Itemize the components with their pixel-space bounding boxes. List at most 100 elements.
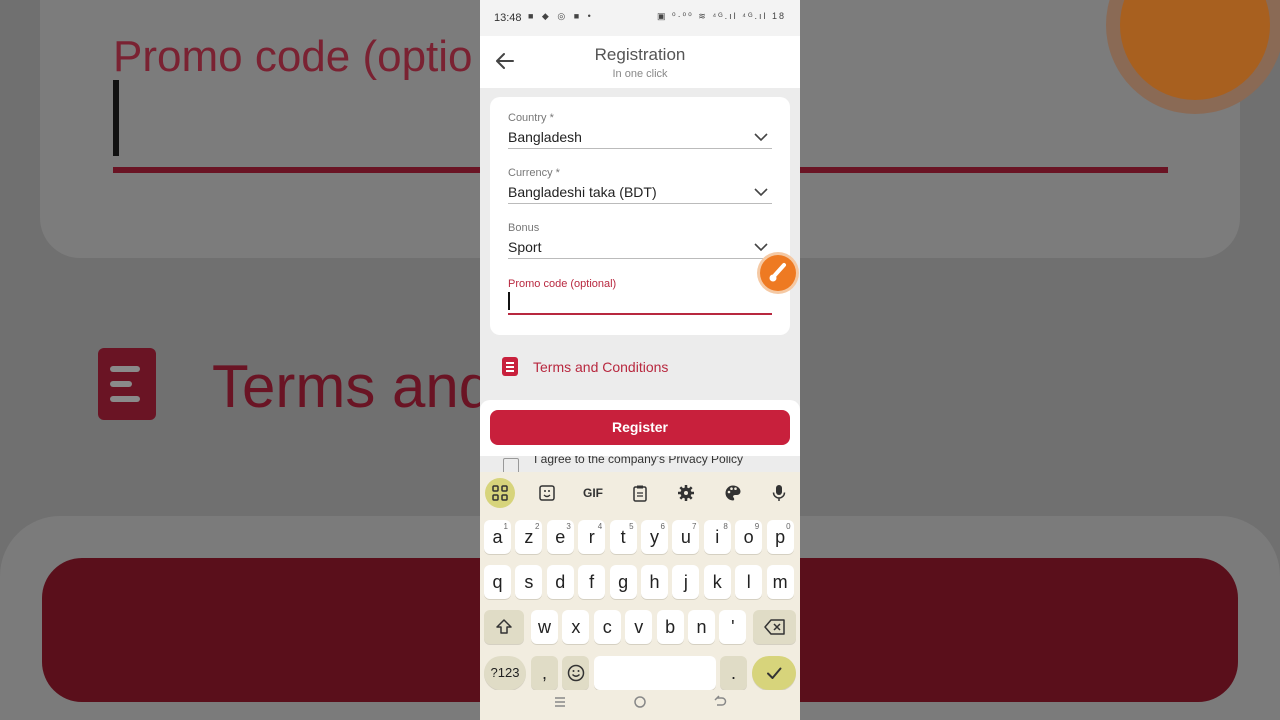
period-key[interactable]: .	[720, 656, 747, 690]
key-apostrophe[interactable]: '	[719, 610, 747, 644]
key-k[interactable]: k	[703, 565, 731, 599]
key-label: u	[680, 527, 691, 547]
key-o[interactable]: o9	[735, 520, 763, 554]
home-icon[interactable]	[633, 695, 647, 709]
background-terms-text: Terms and	[212, 353, 493, 420]
key-x[interactable]: x	[562, 610, 590, 644]
currency-value: Bangladeshi taka (BDT)	[508, 184, 657, 200]
shift-icon	[496, 619, 512, 634]
key-p[interactable]: p0	[766, 520, 794, 554]
backspace-key[interactable]	[753, 610, 796, 644]
promo-code-input[interactable]: Promo code (optional)	[508, 278, 772, 328]
key-j[interactable]: j	[672, 565, 700, 599]
key-z[interactable]: z2	[515, 520, 543, 554]
key-label: o	[743, 527, 754, 547]
emoji-icon	[567, 664, 584, 682]
gif-button[interactable]: GIF	[578, 478, 608, 508]
notification-icons: ■ ◆ ◎ ■ •	[528, 11, 594, 21]
bonus-value: Sport	[508, 239, 542, 255]
key-e[interactable]: e3	[546, 520, 574, 554]
chevron-down-icon	[754, 243, 768, 252]
page-title: Registration	[594, 45, 686, 64]
key-label: y	[650, 527, 659, 547]
currency-select[interactable]: Currency * Bangladeshi taka (BDT)	[508, 167, 772, 217]
terms-link[interactable]: Terms and Conditions	[502, 357, 782, 379]
key-y[interactable]: y6	[641, 520, 668, 554]
status-time: 13:48	[494, 12, 522, 24]
clipboard-icon[interactable]	[625, 478, 655, 508]
on-screen-keyboard: GIF a1z2e3r4t5y6u7i8o9p0 qsdfghjklm wxcv…	[480, 472, 800, 720]
country-select[interactable]: Country * Bangladesh	[508, 112, 772, 162]
key-label: t	[620, 527, 626, 547]
currency-label: Currency *	[508, 167, 560, 179]
key-a[interactable]: a1	[484, 520, 511, 554]
key-r[interactable]: r4	[578, 520, 606, 554]
app-bar: Registration In one click	[480, 36, 800, 88]
bonus-label: Bonus	[508, 222, 540, 234]
country-value: Bangladesh	[508, 129, 582, 145]
mic-icon[interactable]	[764, 478, 794, 508]
key-g[interactable]: g	[609, 565, 637, 599]
key-label: p	[775, 527, 786, 547]
status-bar: 13:48 ■ ◆ ◎ ■ • ▣ ⁰·⁰⁰ ≋ ⁴ᴳ.ıl ⁴ᴳ.ıl 18	[480, 0, 800, 36]
enter-key[interactable]	[752, 656, 796, 690]
phone-screen: 13:48 ■ ◆ ◎ ■ • ▣ ⁰·⁰⁰ ≋ ⁴ᴳ.ıl ⁴ᴳ.ıl 18 …	[480, 0, 800, 720]
key-t[interactable]: t5	[609, 520, 637, 554]
system-status-icons: ▣ ⁰·⁰⁰ ≋ ⁴ᴳ.ıl ⁴ᴳ.ıl 18	[656, 11, 786, 21]
key-i[interactable]: i8	[703, 520, 731, 554]
emoji-key[interactable]	[562, 656, 589, 690]
background-promo-text: Promo code (optio	[113, 32, 473, 81]
key-s[interactable]: s	[515, 565, 543, 599]
key-label: e	[555, 527, 566, 547]
back-icon[interactable]	[713, 695, 727, 709]
key-d[interactable]: d	[546, 565, 574, 599]
palette-icon[interactable]	[718, 478, 748, 508]
key-n[interactable]: n	[688, 610, 715, 644]
background-document-icon	[98, 348, 156, 420]
backspace-icon	[763, 619, 785, 635]
settings-icon[interactable]	[671, 478, 701, 508]
key-l[interactable]: l	[735, 565, 763, 599]
country-underline	[508, 148, 772, 149]
bonus-select[interactable]: Bonus Sport	[508, 222, 772, 272]
country-label: Country *	[508, 112, 554, 124]
register-sheet: Register	[480, 400, 800, 456]
key-c[interactable]: c	[593, 610, 621, 644]
apps-icon[interactable]	[485, 478, 515, 508]
key-hint: 8	[723, 522, 728, 531]
chevron-down-icon	[754, 133, 768, 142]
recent-apps-icon[interactable]	[553, 695, 567, 709]
space-bar[interactable]	[594, 656, 716, 690]
key-hint: 0	[786, 522, 791, 531]
promo-code-label: Promo code (optional)	[508, 278, 617, 290]
key-f[interactable]: f	[578, 565, 606, 599]
key-label: z	[524, 527, 534, 547]
key-hint: 1	[503, 522, 508, 531]
key-b[interactable]: b	[656, 610, 684, 644]
chevron-down-icon	[754, 188, 768, 197]
background-caret	[113, 80, 119, 156]
page-subtitle: In one click	[612, 68, 668, 80]
currency-underline	[508, 203, 772, 204]
key-m[interactable]: m	[766, 565, 794, 599]
document-icon	[502, 357, 518, 376]
key-w[interactable]: w	[531, 610, 558, 644]
comma-key[interactable]: ,	[531, 656, 558, 690]
paintbrush-icon[interactable]	[760, 255, 796, 291]
terms-label: Terms and Conditions	[533, 359, 669, 375]
key-v[interactable]: v	[625, 610, 653, 644]
key-hint: 9	[754, 522, 760, 531]
privacy-checkbox-label: I agree to the company's Privacy Policy	[534, 456, 744, 466]
sticker-icon[interactable]	[532, 478, 562, 508]
key-hint: 4	[597, 522, 603, 531]
bonus-underline	[508, 258, 772, 259]
key-q[interactable]: q	[484, 565, 511, 599]
symbols-key[interactable]: ?123	[484, 656, 526, 690]
text-cursor	[508, 292, 510, 310]
shift-key[interactable]	[484, 610, 524, 644]
key-hint: 2	[534, 522, 540, 531]
key-h[interactable]: h	[641, 565, 668, 599]
key-hint: 3	[566, 522, 571, 531]
key-u[interactable]: u7	[672, 520, 700, 554]
register-button[interactable]: Register	[490, 410, 790, 445]
